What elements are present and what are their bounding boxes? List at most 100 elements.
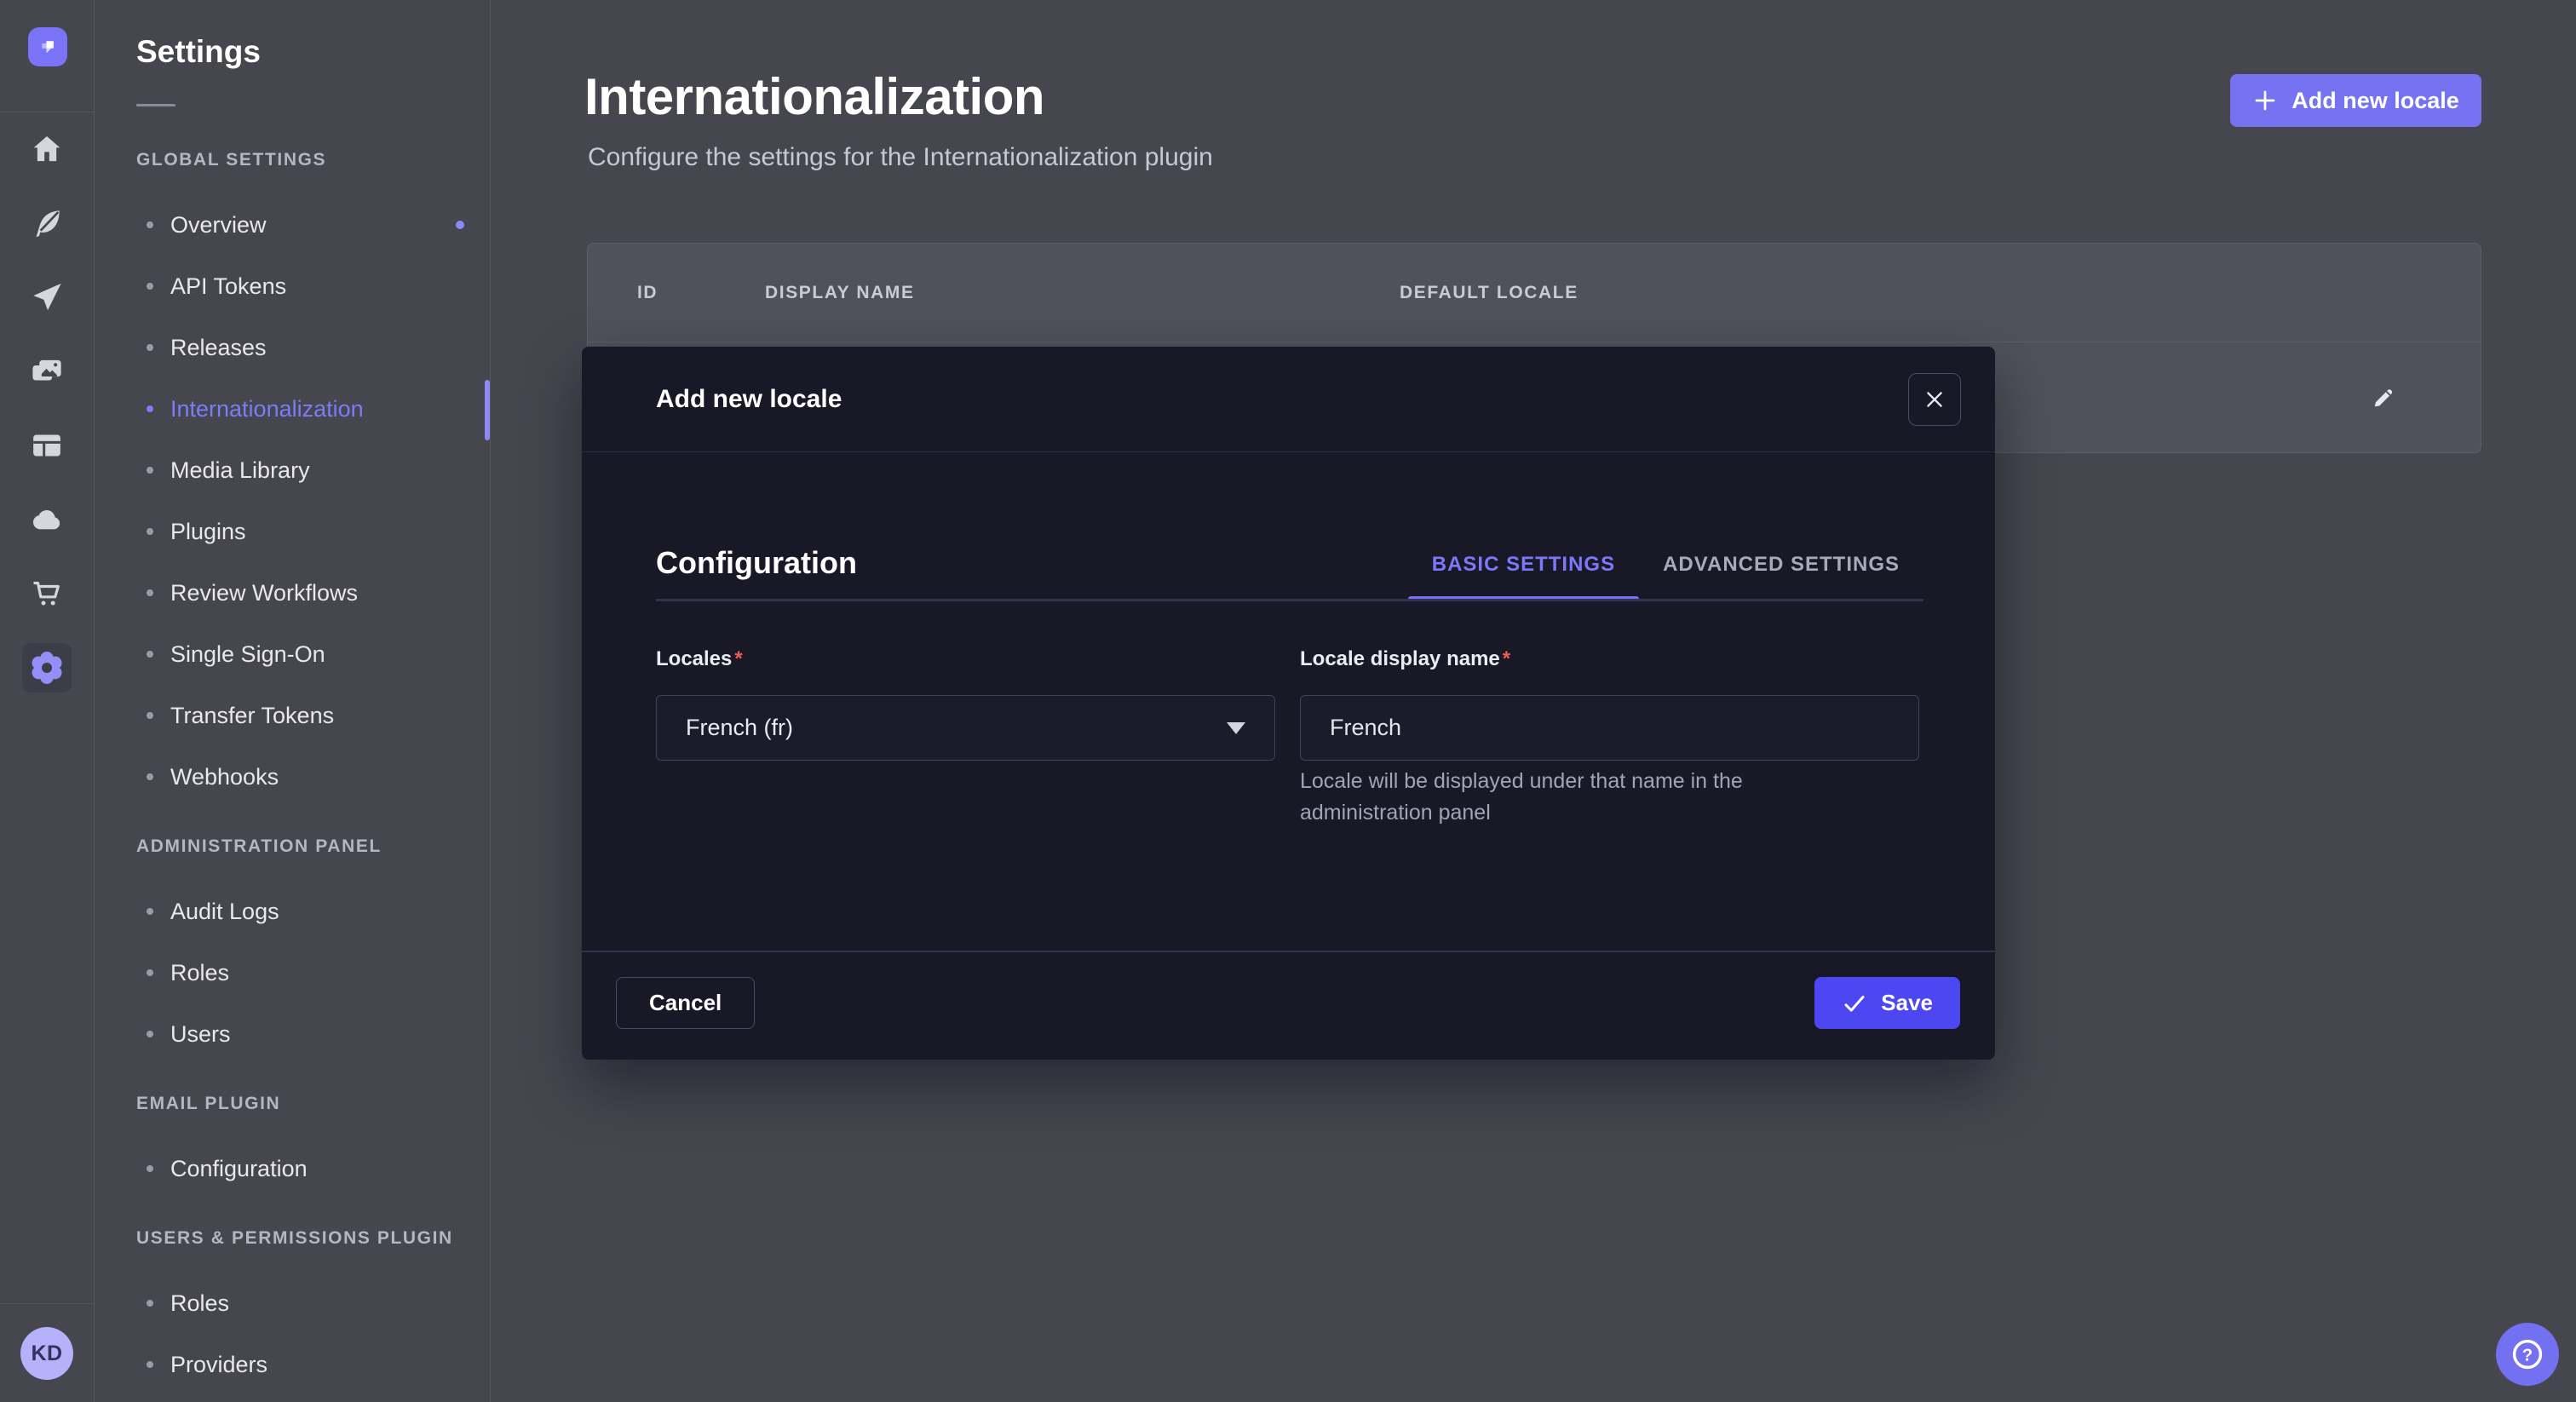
- layout-icon: [30, 428, 64, 463]
- sidebar-item-overview[interactable]: Overview: [95, 194, 490, 256]
- add-new-locale-modal: Add new locale Configuration BASIC SETTI…: [582, 347, 1995, 1060]
- nav-media-library[interactable]: [0, 334, 94, 408]
- sidebar-item-users[interactable]: Users: [95, 1003, 490, 1065]
- bullet-icon: [147, 1031, 153, 1037]
- cloud-icon: [29, 502, 65, 537]
- column-header-id: ID: [637, 244, 658, 342]
- bullet-icon: [147, 221, 153, 228]
- plus-icon: [2252, 88, 2278, 113]
- required-asterisk: *: [1500, 647, 1510, 670]
- bullet-icon: [147, 969, 153, 976]
- nav-settings[interactable]: [0, 630, 94, 704]
- locales-label-text: Locales: [656, 647, 732, 670]
- tab-basic-settings[interactable]: BASIC SETTINGS: [1408, 554, 1639, 576]
- sidebar-item-configuration[interactable]: Configuration: [95, 1138, 490, 1199]
- nav-section-global-settings: GLOBAL SETTINGS Overview API TokensRelease…: [95, 143, 490, 807]
- display-name-label-text: Locale display name: [1300, 647, 1500, 670]
- locale-display-name-input[interactable]: [1300, 695, 1919, 761]
- bullet-icon: [147, 405, 153, 412]
- bullet-icon: [147, 773, 153, 780]
- settings-nav-sections: GLOBAL SETTINGS Overview API TokensRelease…: [95, 143, 490, 1395]
- nav-section-email-plugin: EMAIL PLUGINConfiguration: [95, 1087, 490, 1199]
- sidebar-item-label: Overview: [170, 212, 267, 238]
- sidebar-item-label: Configuration: [170, 1156, 308, 1182]
- sidebar-item-single-sign-on[interactable]: Single Sign-On: [95, 623, 490, 685]
- settings-active-tile: [22, 643, 72, 692]
- notification-dot: [456, 221, 464, 229]
- bullet-icon: [147, 651, 153, 658]
- sidebar-item-label: Roles: [170, 1290, 229, 1317]
- strapi-logo-icon: [37, 36, 59, 58]
- svg-text:?: ?: [2522, 1346, 2533, 1365]
- sidebar-item-releases[interactable]: Releases: [95, 317, 490, 378]
- bullet-icon: [147, 1300, 153, 1307]
- nav-section-label: USERS & PERMISSIONS PLUGIN: [136, 1221, 490, 1255]
- tabs-divider: [656, 599, 1923, 601]
- sidebar-item-roles[interactable]: Roles: [95, 1273, 490, 1334]
- locales-select[interactable]: French (fr): [656, 695, 1275, 761]
- modal-title: Add new locale: [656, 347, 842, 452]
- modal-header: Add new locale: [582, 347, 1995, 452]
- bullet-icon: [147, 1165, 153, 1172]
- sidebar-item-label: Single Sign-On: [170, 641, 325, 668]
- sidebar-item-audit-logs[interactable]: Audit Logs: [95, 881, 490, 942]
- table-header-row: IDDISPLAY NAMEDEFAULT LOCALE: [588, 244, 2481, 342]
- sidebar-item-roles[interactable]: Roles: [95, 942, 490, 1003]
- sidebar-item-media-library[interactable]: Media Library: [95, 440, 490, 501]
- save-button-label: Save: [1881, 990, 1933, 1016]
- nav-releases[interactable]: [0, 260, 94, 334]
- close-button[interactable]: [1908, 373, 1961, 426]
- nav-marketplace[interactable]: [0, 556, 94, 630]
- nav-home[interactable]: [0, 112, 94, 186]
- save-button[interactable]: Save: [1814, 977, 1960, 1029]
- nav-content-manager[interactable]: [0, 186, 94, 260]
- nav-content-type-builder[interactable]: [0, 408, 94, 482]
- settings-sidebar-title: Settings: [136, 34, 261, 70]
- pencil-icon: [2370, 382, 2397, 413]
- locales-field-label: Locales*: [656, 646, 743, 672]
- display-name-hint: Locale will be displayed under that name…: [1300, 766, 1879, 829]
- sidebar-item-transfer-tokens[interactable]: Transfer Tokens: [95, 685, 490, 746]
- nav-section-administration-panel: ADMINISTRATION PANEL Audit LogsRoles Users: [95, 830, 490, 1065]
- nav-section-users-permissions-plugin: USERS & PERMISSIONS PLUGIN Roles Providers: [95, 1221, 490, 1395]
- modal-footer: Cancel Save: [582, 951, 1995, 1060]
- bullet-icon: [147, 344, 153, 351]
- gear-icon: [30, 651, 64, 685]
- feather-icon: [30, 206, 64, 240]
- sidebar-item-label: Users: [170, 1021, 231, 1048]
- bullet-icon: [147, 528, 153, 535]
- add-new-locale-button[interactable]: Add new locale: [2230, 74, 2481, 127]
- sidebar-item-review-workflows[interactable]: Review Workflows: [95, 562, 490, 623]
- column-header-display-name: DISPLAY NAME: [765, 244, 915, 342]
- sidebar-item-label: Review Workflows: [170, 580, 358, 606]
- tab-advanced-settings[interactable]: ADVANCED SETTINGS: [1639, 554, 1923, 576]
- sidebar-item-providers[interactable]: Providers: [95, 1334, 490, 1395]
- avatar[interactable]: KD: [20, 1327, 73, 1380]
- help-button[interactable]: ?: [2496, 1323, 2559, 1386]
- page-subtitle: Configure the settings for the Internati…: [588, 143, 1213, 172]
- bullet-icon: [147, 712, 153, 719]
- home-icon: [30, 132, 64, 166]
- strapi-logo[interactable]: [28, 27, 67, 66]
- subnav-scrollbar-thumb[interactable]: [485, 380, 490, 440]
- sidebar-item-api-tokens[interactable]: API Tokens: [95, 256, 490, 317]
- display-name-field-label: Locale display name*: [1300, 646, 1510, 672]
- pictures-icon: [29, 353, 65, 389]
- nav-section-label: GLOBAL SETTINGS: [136, 143, 490, 177]
- sidebar-item-plugins[interactable]: Plugins: [95, 501, 490, 562]
- bullet-icon: [147, 467, 153, 474]
- settings-sidebar: Settings GLOBAL SETTINGS Overview API Toke…: [95, 0, 491, 1402]
- nav-cloud[interactable]: [0, 482, 94, 556]
- sidebar-item-label: Media Library: [170, 457, 310, 484]
- cancel-button[interactable]: Cancel: [616, 977, 755, 1029]
- bullet-icon: [147, 908, 153, 915]
- sidebar-item-internationalization[interactable]: Internationalization: [95, 378, 490, 440]
- check-icon: [1842, 991, 1867, 1016]
- sidebar-item-label: Transfer Tokens: [170, 703, 334, 729]
- page-title: Internationalization: [584, 71, 1044, 124]
- sidebar-item-webhooks[interactable]: Webhooks: [95, 746, 490, 807]
- cart-icon: [30, 577, 64, 611]
- nav-section-label: ADMINISTRATION PANEL: [136, 830, 490, 864]
- edit-locale-button[interactable]: [2365, 379, 2402, 417]
- required-asterisk: *: [732, 647, 742, 670]
